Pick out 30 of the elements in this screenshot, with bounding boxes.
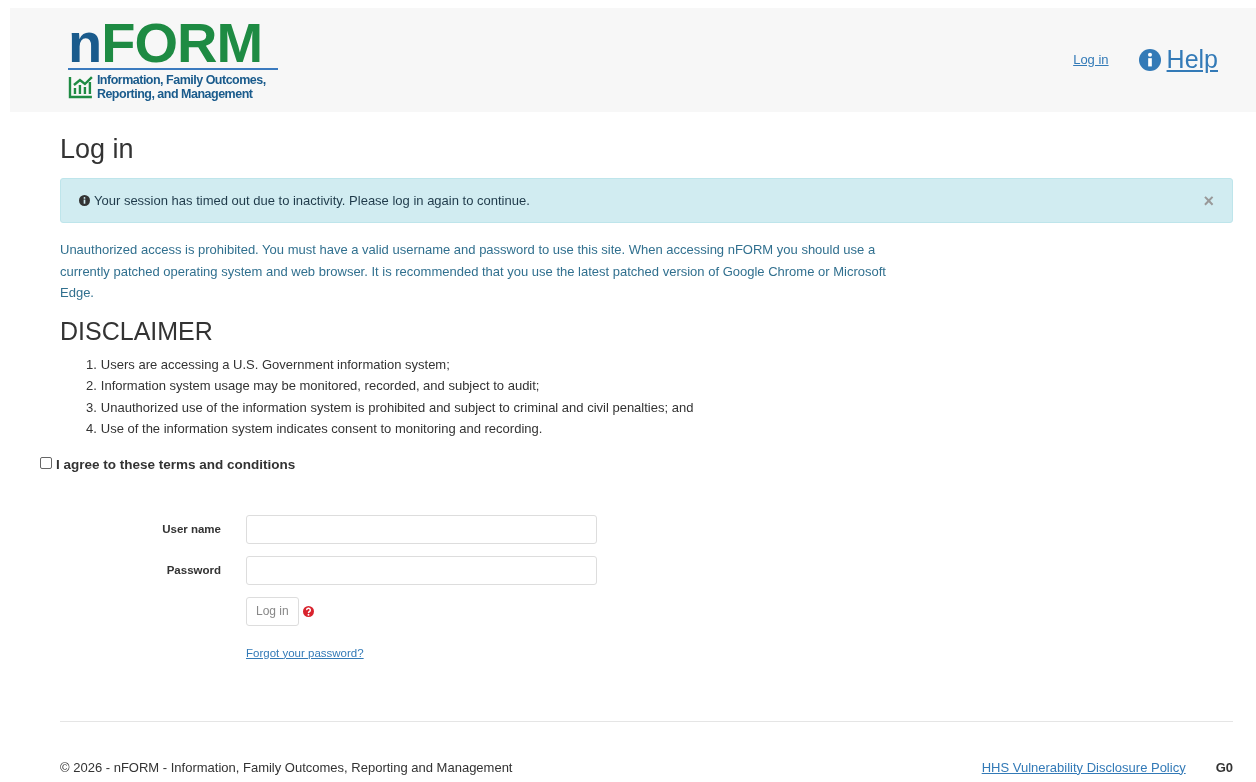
field-label: User name: [161, 521, 221, 537]
list-number: 4.: [86, 420, 97, 438]
list-number: 2.: [86, 377, 97, 395]
info-icon: [79, 195, 90, 206]
alert-message: Your session has timed out due to inactivity. Please log in again to continue.: [94, 191, 530, 210]
disclaimer-item: Use of the information system indicates consent to monitoring and recording.: [100, 420, 543, 438]
logo-tagline: Information, Family Outcomes, Reporting, and Management: [96, 72, 267, 101]
disclaimer-heading: DISCLAIMER: [60, 315, 214, 346]
agree-checkbox[interactable]: [40, 456, 52, 469]
list-number: 3.: [86, 398, 97, 417]
version-code: G0: [1215, 758, 1233, 777]
disclaimer-item: Users are accessing a U.S. Government information system;: [100, 355, 450, 374]
disclosure-policy-link[interactable]: HHS Vulnerability Disclosure Policy: [981, 757, 1186, 777]
page-title: Log in: [60, 134, 135, 164]
logo-wordmark: nFORM: [68, 19, 278, 70]
input-field[interactable]: [246, 555, 597, 585]
login-link[interactable]: Log in: [1073, 50, 1109, 70]
notice-text: Unauthorized access is prohibited. You must have a valid username and password to use this site. When accessing nFORM you should use a currently patched operating system and web browser. It is recommended that you use the latest patched version of Google Chrome or Microsoft Edge.: [60, 241, 887, 302]
help-icon: [302, 605, 314, 617]
list-number: 1.: [86, 355, 97, 374]
close-button[interactable]: ×: [1203, 191, 1214, 210]
agree-label: I agree to these terms and conditions: [56, 455, 296, 474]
help-link[interactable]: Help: [1138, 41, 1218, 79]
input-field[interactable]: [246, 514, 597, 544]
info-icon: [1138, 49, 1161, 71]
field-label: Password: [165, 562, 221, 578]
disclaimer-item: Information system usage may be monitored, recorded, and subject to audit;: [100, 377, 540, 395]
copyright-text: © 2026 - nFORM - Information, Family Outcomes, Reporting and Management: [60, 758, 513, 777]
chart-icon: [68, 74, 94, 99]
disclaimer-item: Unauthorized use of the information system is prohibited and subject to criminal and civil penalties; and: [100, 398, 694, 417]
